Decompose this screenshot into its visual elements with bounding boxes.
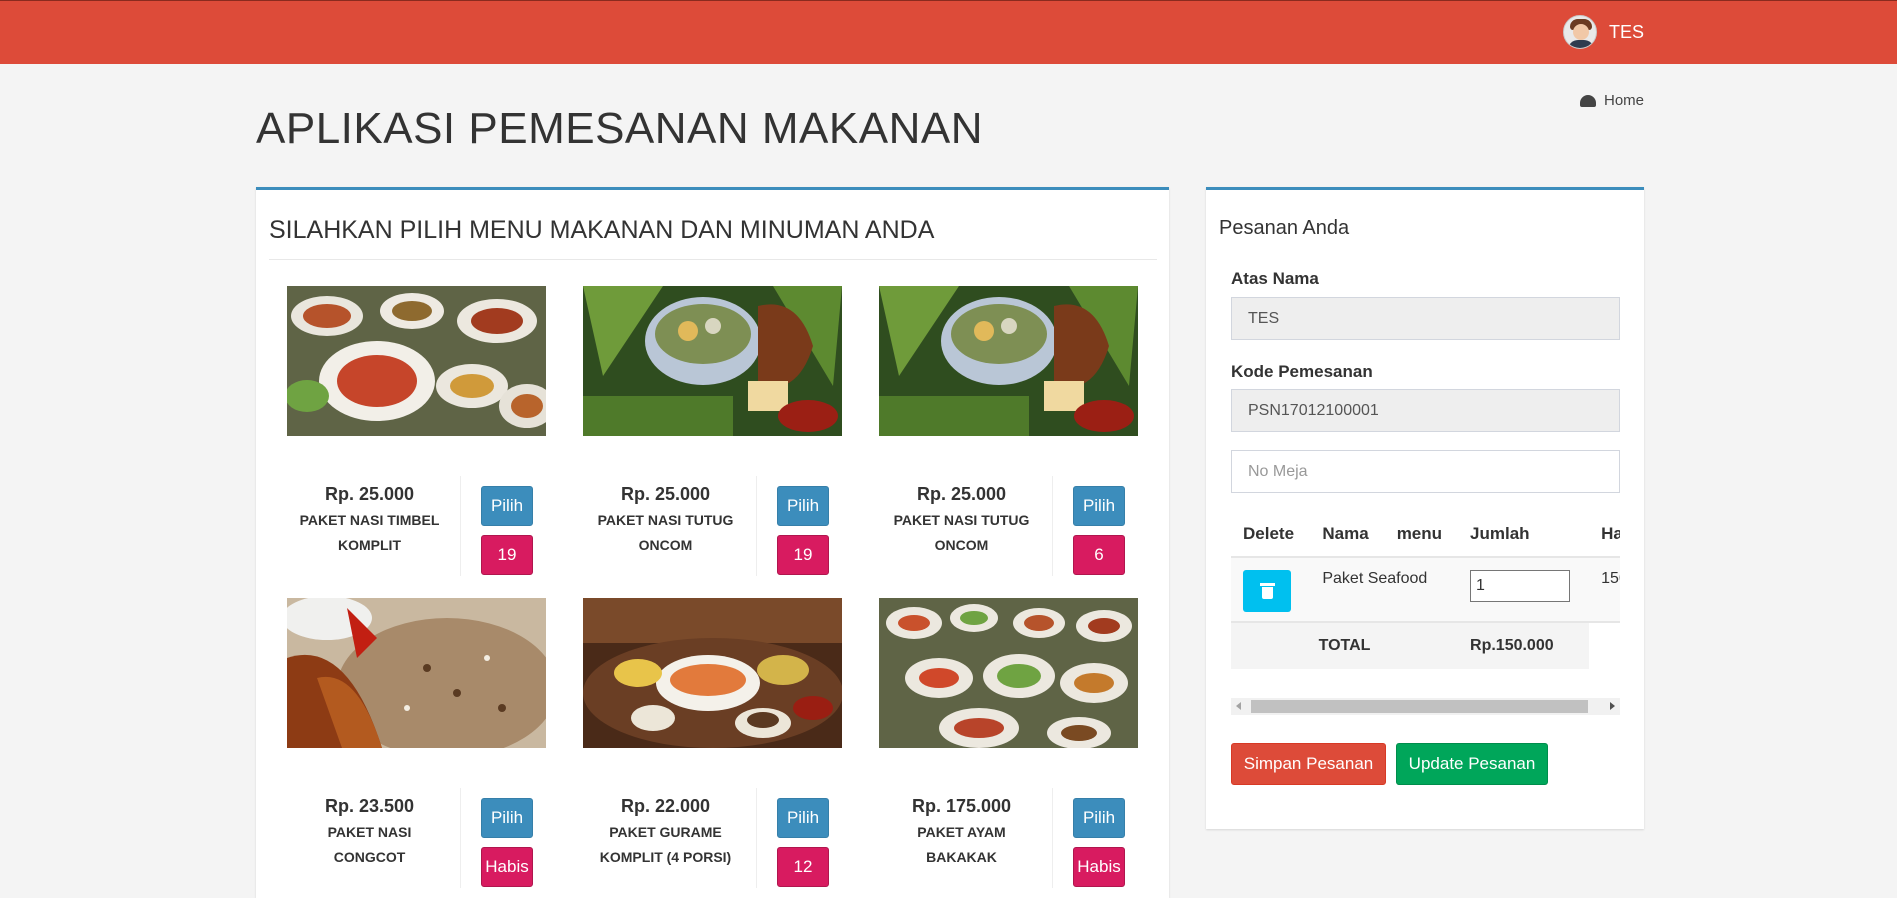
col-header-name: Nama (1310, 512, 1385, 558)
order-title: Pesanan Anda (1219, 217, 1350, 239)
quantity-input[interactable]: 1 (1470, 570, 1571, 602)
col-header-qty: Jumlah (1458, 512, 1590, 558)
trash-icon (1259, 583, 1275, 599)
menu-card: Rp. 25.000 PAKET NASI TIMBEL KOMPLIT Pil… (287, 286, 546, 576)
total-row: TOTAL Rp.150.000 (1231, 622, 1620, 669)
stock-badge: 19 (777, 535, 829, 575)
select-button[interactable]: Pilih (777, 798, 829, 838)
stock-badge: Habis (481, 847, 533, 887)
select-button[interactable]: Pilih (481, 486, 533, 526)
select-button[interactable]: Pilih (777, 486, 829, 526)
save-order-button[interactable]: Simpan Pesanan (1231, 743, 1386, 785)
stock-badge: 12 (777, 847, 829, 887)
col-header-menu: menu (1384, 512, 1459, 558)
menu-card: Rp. 25.000 PAKET NASI TUTUG ONCOM Pilih … (879, 286, 1138, 576)
select-button[interactable]: Pilih (481, 798, 533, 838)
stock-badge: 19 (481, 535, 533, 575)
delete-button[interactable] (1243, 570, 1291, 612)
menu-price: Rp. 25.000 (324, 484, 415, 504)
page-title: APLIKASI PEMESANAN MAKANAN (256, 104, 983, 153)
select-button[interactable]: Pilih (1073, 486, 1125, 526)
scroll-left-icon[interactable] (1236, 702, 1241, 710)
menu-box: SILAHKAN PILIH MENU MAKANAN DAN MINUMAN … (256, 187, 1169, 898)
menu-name: PAKET GURAME KOMPLIT (4 PORSI) (599, 824, 732, 865)
food-photo (879, 286, 1138, 436)
table-row: Paket Seafood 1 150000 (1231, 557, 1620, 623)
menu-card: Rp. 22.000 PAKET GURAME KOMPLIT (4 PORSI… (583, 598, 842, 888)
menu-name: PAKET NASI TUTUG ONCOM (597, 512, 734, 553)
divider (269, 259, 1157, 260)
item-price: 150000 (1589, 557, 1620, 623)
menu-name: PAKET NASI CONGCOT (327, 824, 412, 865)
order-box: Pesanan Anda Atas Nama TES Kode Pemesana… (1206, 187, 1644, 829)
menu-price: Rp. 23.500 (324, 796, 415, 816)
scroll-thumb[interactable] (1251, 700, 1588, 713)
menu-name: PAKET NASI TIMBEL KOMPLIT (299, 512, 440, 553)
stock-badge: 6 (1073, 535, 1125, 575)
menu-heading: SILAHKAN PILIH MENU MAKANAN DAN MINUMAN … (269, 216, 935, 244)
order-table-wrapper: Delete Nama menu Jumlah Harga Paket Seaf… (1231, 512, 1620, 677)
menu-card: Rp. 23.500 PAKET NASI CONGCOT Pilih Habi… (287, 598, 546, 888)
menu-card: Rp. 175.000 PAKET AYAM BAKAKAK Pilih Hab… (879, 598, 1138, 888)
user-menu[interactable]: TES (1562, 15, 1644, 49)
update-order-button[interactable]: Update Pesanan (1396, 743, 1548, 785)
breadcrumb[interactable]: Home (1579, 92, 1644, 109)
total-label: TOTAL (1231, 622, 1459, 669)
menu-name: PAKET NASI TUTUG ONCOM (893, 512, 1030, 553)
food-photo (583, 598, 842, 748)
horizontal-scrollbar[interactable] (1231, 698, 1620, 715)
stock-badge: Habis (1073, 847, 1125, 887)
code-label: Kode Pemesanan (1231, 362, 1373, 381)
scroll-right-icon[interactable] (1610, 702, 1615, 710)
col-header-delete: Delete (1231, 512, 1311, 558)
menu-price: Rp. 25.000 (620, 484, 711, 504)
name-label: Atas Nama (1231, 269, 1319, 288)
dashboard-icon (1579, 94, 1596, 107)
food-photo (583, 286, 842, 436)
name-field[interactable]: TES (1231, 297, 1620, 340)
menu-card: Rp. 25.000 PAKET NASI TUTUG ONCOM Pilih … (583, 286, 842, 576)
table-number-input[interactable]: No Meja (1231, 450, 1620, 493)
item-name: Paket Seafood (1310, 557, 1459, 623)
menu-name: PAKET AYAM BAKAKAK (917, 824, 1006, 865)
menu-price: Rp. 175.000 (911, 796, 1012, 816)
total-value: Rp.150.000 (1458, 622, 1590, 669)
menu-price: Rp. 22.000 (620, 796, 711, 816)
food-photo (287, 286, 546, 436)
order-code-field[interactable]: PSN17012100001 (1231, 389, 1620, 432)
menu-price: Rp. 25.000 (916, 484, 1007, 504)
avatar (1562, 15, 1597, 49)
select-button[interactable]: Pilih (1073, 798, 1125, 838)
order-table: Delete Nama menu Jumlah Harga Paket Seaf… (1231, 512, 1620, 669)
breadcrumb-home[interactable]: Home (1604, 92, 1644, 109)
top-navbar: TES (0, 0, 1897, 64)
user-name: TES (1608, 21, 1644, 42)
food-photo (287, 598, 546, 748)
col-header-price: Harga (1589, 512, 1620, 558)
food-photo (879, 598, 1138, 748)
